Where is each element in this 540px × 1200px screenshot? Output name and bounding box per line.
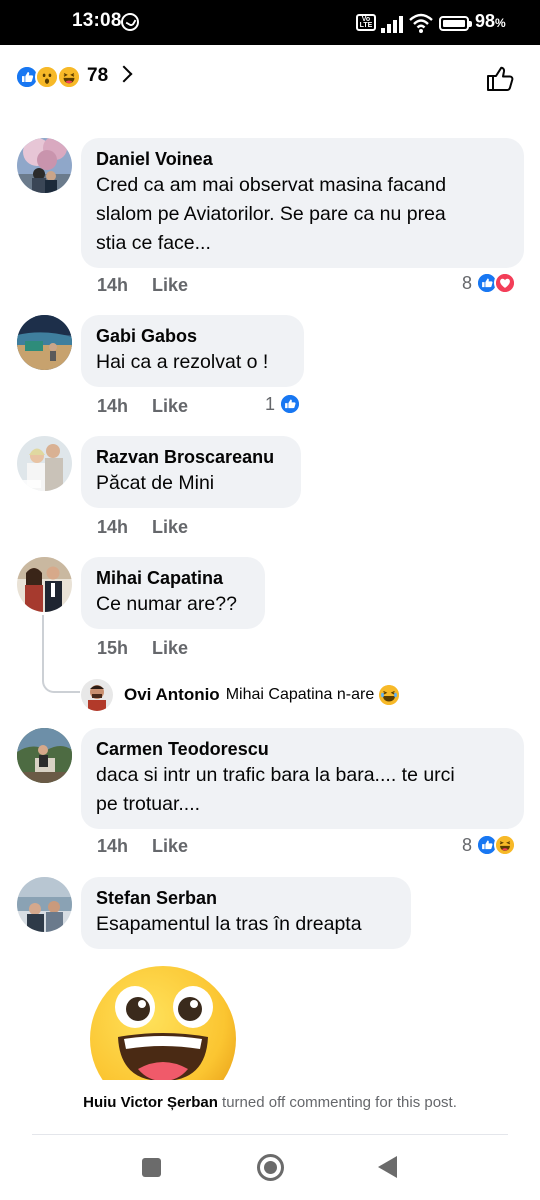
comment-like-button[interactable]: Like — [152, 638, 188, 658]
reactions-summary-button[interactable] — [15, 65, 85, 89]
comment-text: stia ce face... — [96, 232, 211, 254]
avatar[interactable] — [17, 138, 72, 193]
comment-meta: 14h Like — [97, 396, 188, 417]
love-reaction-icon — [494, 272, 517, 294]
haha-reaction-icon — [494, 834, 517, 856]
comment-meta: 14h Like — [97, 517, 188, 538]
comment: Mihai Capatina Ce numar are?? 15h Like — [0, 557, 540, 665]
comment-meta: 14h Like — [97, 836, 188, 857]
comment-text: daca si intr un trafic bara la bara.... … — [96, 764, 455, 786]
comment-bubble[interactable]: Razvan Broscareanu Păcat de Mini — [81, 436, 301, 508]
reply-author[interactable]: Ovi Antonio — [124, 685, 220, 705]
comment-like-button[interactable]: Like — [152, 396, 188, 416]
reply-text: Mihai Capatina n-are — [225, 686, 375, 703]
home-icon[interactable] — [257, 1154, 284, 1181]
avatar[interactable] — [17, 315, 72, 370]
comment-text: slalom pe Aviatorilor. Se pare ca nu pre… — [96, 203, 446, 225]
comment-like-button[interactable]: Like — [152, 275, 188, 295]
comment-bubble[interactable]: Stefan Serban Esapamentul la tras în dre… — [81, 877, 411, 949]
comment-author[interactable]: Gabi Gabos — [96, 324, 289, 348]
system-navigation-bar — [0, 1135, 540, 1200]
comment: Daniel Voinea Cred ca am mai observat ma… — [0, 138, 540, 303]
avatar[interactable] — [17, 557, 72, 612]
comment-meta: 14h Like — [97, 275, 188, 296]
comment: Gabi Gabos Hai ca a rezolvat o ! 14h Like… — [0, 315, 540, 423]
back-icon[interactable] — [378, 1156, 397, 1178]
comment-text: Ce numar are?? — [96, 593, 237, 615]
reactions-header: 78 — [0, 45, 540, 111]
volte-icon: Vo LTE — [356, 14, 376, 31]
comment-text: Hai ca a rezolvat o ! — [96, 351, 269, 373]
commenting-disabled-text: turned off commenting for this post. — [217, 1094, 457, 1111]
reaction-count: 8 — [462, 834, 473, 855]
comment-text: Cred ca am mai observat masina facand — [96, 174, 447, 196]
comment-time: 14h — [97, 275, 129, 295]
whatsapp-notification-icon — [121, 13, 139, 31]
comment-time: 15h — [97, 638, 129, 658]
comment-reactions[interactable]: 8 — [462, 272, 517, 294]
battery-icon — [439, 16, 472, 31]
status-bar: 13:08 Vo LTE 98% — [0, 0, 540, 45]
reaction-count: 8 — [462, 272, 473, 293]
like-outline-icon[interactable] — [485, 63, 515, 93]
chevron-right-icon[interactable] — [115, 65, 133, 83]
wow-reaction-icon — [35, 65, 59, 89]
comment: Stefan Serban Esapamentul la tras în dre… — [0, 877, 540, 949]
comment-time: 14h — [97, 517, 129, 537]
avatar[interactable] — [17, 436, 72, 491]
comment-time: 14h — [97, 396, 129, 416]
avatar[interactable] — [17, 877, 72, 932]
like-reaction-icon — [279, 393, 302, 415]
comment-author[interactable]: Mihai Capatina — [96, 566, 250, 590]
comment-text: Esapamentul la tras în dreapta — [96, 913, 362, 935]
avatar[interactable] — [81, 679, 113, 711]
comment-author[interactable]: Daniel Voinea — [96, 147, 509, 171]
comment-reactions[interactable]: 8 — [462, 834, 517, 856]
comment-like-button[interactable]: Like — [152, 517, 188, 537]
recent-apps-icon[interactable] — [142, 1158, 161, 1177]
comment-author[interactable]: Carmen Teodorescu — [96, 737, 509, 761]
comment: Razvan Broscareanu Păcat de Mini 14h Like — [0, 436, 540, 544]
avatar[interactable] — [17, 728, 72, 783]
comment-author[interactable]: Stefan Serban — [96, 886, 396, 910]
comment-text: pe trotuar.... — [96, 793, 201, 815]
comment-like-button[interactable]: Like — [152, 836, 188, 856]
reaction-count: 1 — [265, 393, 276, 414]
comment-author[interactable]: Razvan Broscareanu — [96, 445, 286, 469]
reactions-count[interactable]: 78 — [87, 65, 108, 87]
status-time: 13:08 — [72, 10, 122, 31]
comment-meta: 15h Like — [97, 638, 188, 659]
battery-percent: 98% — [475, 11, 506, 31]
haha-reaction-icon — [57, 65, 81, 89]
comment-bubble[interactable]: Mihai Capatina Ce numar are?? — [81, 557, 265, 629]
comment: Carmen Teodorescu daca si intr un trafic… — [0, 728, 540, 864]
post-owner-name[interactable]: Huiu Victor Șerban — [83, 1094, 218, 1111]
haha-emoji-icon — [379, 685, 400, 705]
signal-icon — [381, 15, 403, 33]
comment-bubble[interactable]: Gabi Gabos Hai ca a rezolvat o ! — [81, 315, 304, 387]
comment-bubble[interactable]: Daniel Voinea Cred ca am mai observat ma… — [81, 138, 524, 268]
comment-reactions[interactable]: 1 — [265, 393, 302, 415]
grinning-face-sticker[interactable] — [88, 957, 238, 1081]
comment-time: 14h — [97, 836, 129, 856]
wifi-icon — [409, 13, 433, 33]
comment-text: Păcat de Mini — [96, 472, 215, 494]
reply-preview[interactable]: Ovi Antonio Mihai Capatina n-are — [81, 678, 400, 712]
comment-bubble[interactable]: Carmen Teodorescu daca si intr un trafic… — [81, 728, 524, 829]
commenting-disabled-notice: Huiu Victor Șerban turned off commenting… — [0, 1080, 540, 1135]
